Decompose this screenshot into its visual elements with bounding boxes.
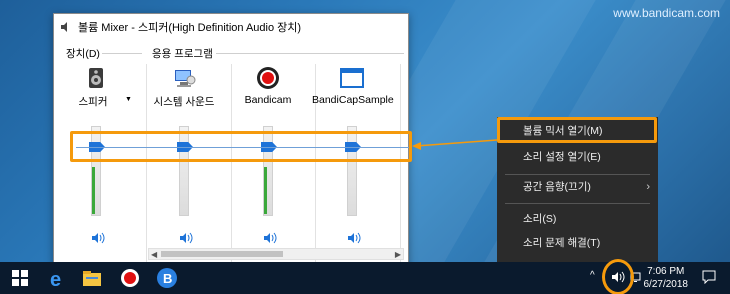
tray-clock[interactable]: 7:06 PM 6/27/2018 — [644, 265, 689, 291]
window-title: 볼륨 Mixer - 스피커(High Definition Audio 장치) — [78, 21, 302, 34]
chevron-right-icon: › — [646, 181, 650, 193]
channel-bandicapsample: BandiCapSample — [312, 66, 394, 266]
menu-divider — [505, 203, 650, 204]
channel-name: Bandicam — [244, 94, 292, 106]
channel-system-sounds: 시스템 사운드 — [144, 66, 224, 266]
chevron-up-icon[interactable]: ^ — [590, 270, 595, 281]
apps-group-label: 응용 프로그램 — [152, 48, 213, 60]
mute-speaker-icon[interactable] — [179, 232, 193, 244]
mute-speaker-icon[interactable] — [347, 232, 361, 244]
channel-name: BandiCapSample — [312, 94, 394, 106]
title-bar: 볼륨 Mixer - 스피커(High Definition Audio 장치) — [54, 14, 408, 39]
channel-name: 스피커 — [78, 96, 108, 108]
file-explorer-icon[interactable] — [80, 266, 104, 290]
tray-highlight-circle — [602, 259, 634, 294]
mute-speaker-icon[interactable] — [263, 232, 277, 244]
svg-text:e: e — [50, 269, 61, 290]
group-divider — [216, 53, 404, 54]
menu-highlight-box — [497, 117, 657, 143]
channel-name: 시스템 사운드 — [153, 96, 215, 108]
column-divider — [400, 64, 401, 264]
horizontal-scrollbar[interactable]: ◀ ▶ — [148, 248, 404, 260]
menu-item-sounds[interactable]: 소리(S) — [497, 207, 658, 231]
peak-meter — [92, 167, 95, 214]
speaker-icon[interactable] — [84, 66, 108, 90]
group-divider — [102, 53, 142, 54]
bandicut-taskbar-icon[interactable]: B — [155, 266, 179, 290]
channel-speaker: 스피커 ▼ — [56, 66, 136, 266]
windows-start-icon[interactable] — [8, 266, 32, 290]
clock-date: 6/27/2018 — [643, 279, 689, 290]
menu-item-spatial-sound[interactable]: 공간 음향(끄기) › — [497, 175, 658, 199]
system-sounds-icon[interactable] — [172, 66, 196, 90]
menu-item-open-sound-settings[interactable]: 소리 설정 열기(E) — [497, 145, 658, 169]
menu-item-label: 공간 음향(끄기) — [523, 181, 591, 193]
watermark: www.bandicam.com — [613, 6, 720, 20]
scrollbar-thumb[interactable] — [161, 251, 283, 257]
edge-browser-icon[interactable]: e — [46, 266, 70, 290]
channel-bandicam: Bandicam — [228, 66, 308, 266]
scroll-right-icon[interactable]: ▶ — [395, 250, 401, 259]
chevron-down-icon[interactable]: ▼ — [125, 96, 132, 103]
bandicam-record-icon[interactable] — [256, 66, 280, 90]
peak-meter — [264, 167, 267, 214]
menu-item-troubleshoot[interactable]: 소리 문제 해결(T) — [497, 231, 658, 255]
bandicam-taskbar-icon[interactable] — [118, 266, 142, 290]
action-center-icon[interactable] — [702, 270, 716, 284]
scroll-left-icon[interactable]: ◀ — [151, 250, 157, 259]
speaker-title-icon — [61, 21, 67, 32]
slider-highlight-box — [70, 131, 412, 162]
clock-time: 7:06 PM — [647, 266, 685, 277]
device-group-label: 장치(D) — [66, 48, 100, 60]
mute-speaker-icon[interactable] — [91, 232, 105, 244]
window-app-icon[interactable] — [340, 66, 364, 90]
svg-text:B: B — [163, 271, 172, 286]
